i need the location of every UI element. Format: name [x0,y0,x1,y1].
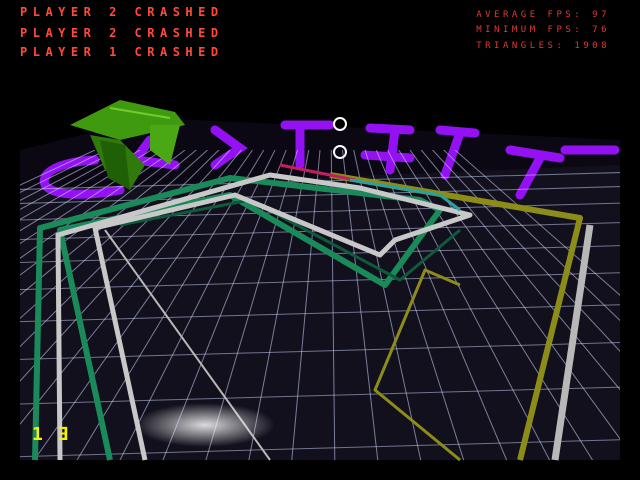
minimum-fps-value: 76 [592,25,610,35]
speed-indicator: 1 ∃ [32,424,71,445]
minimum-fps-label: MINIMUM FPS: [476,25,584,35]
crash-message-2: PLAYER 2 CRASHED [20,26,224,40]
minimum-fps: MINIMUM FPS: 76 [476,25,610,35]
triangles-value: 1908 [574,41,610,51]
triangles-count: TRIANGLES: 1908 [476,41,610,51]
average-fps-value: 97 [592,10,610,20]
game-viewport [20,100,620,462]
crash-message-3: PLAYER 1 CRASHED [20,45,224,59]
crash-message-1: PLAYER 2 CRASHED [20,5,224,19]
floor-glow [135,403,275,447]
average-fps: AVERAGE FPS: 97 [476,10,610,20]
average-fps-label: AVERAGE FPS: [476,10,584,20]
triangles-label: TRIANGLES: [476,41,566,51]
